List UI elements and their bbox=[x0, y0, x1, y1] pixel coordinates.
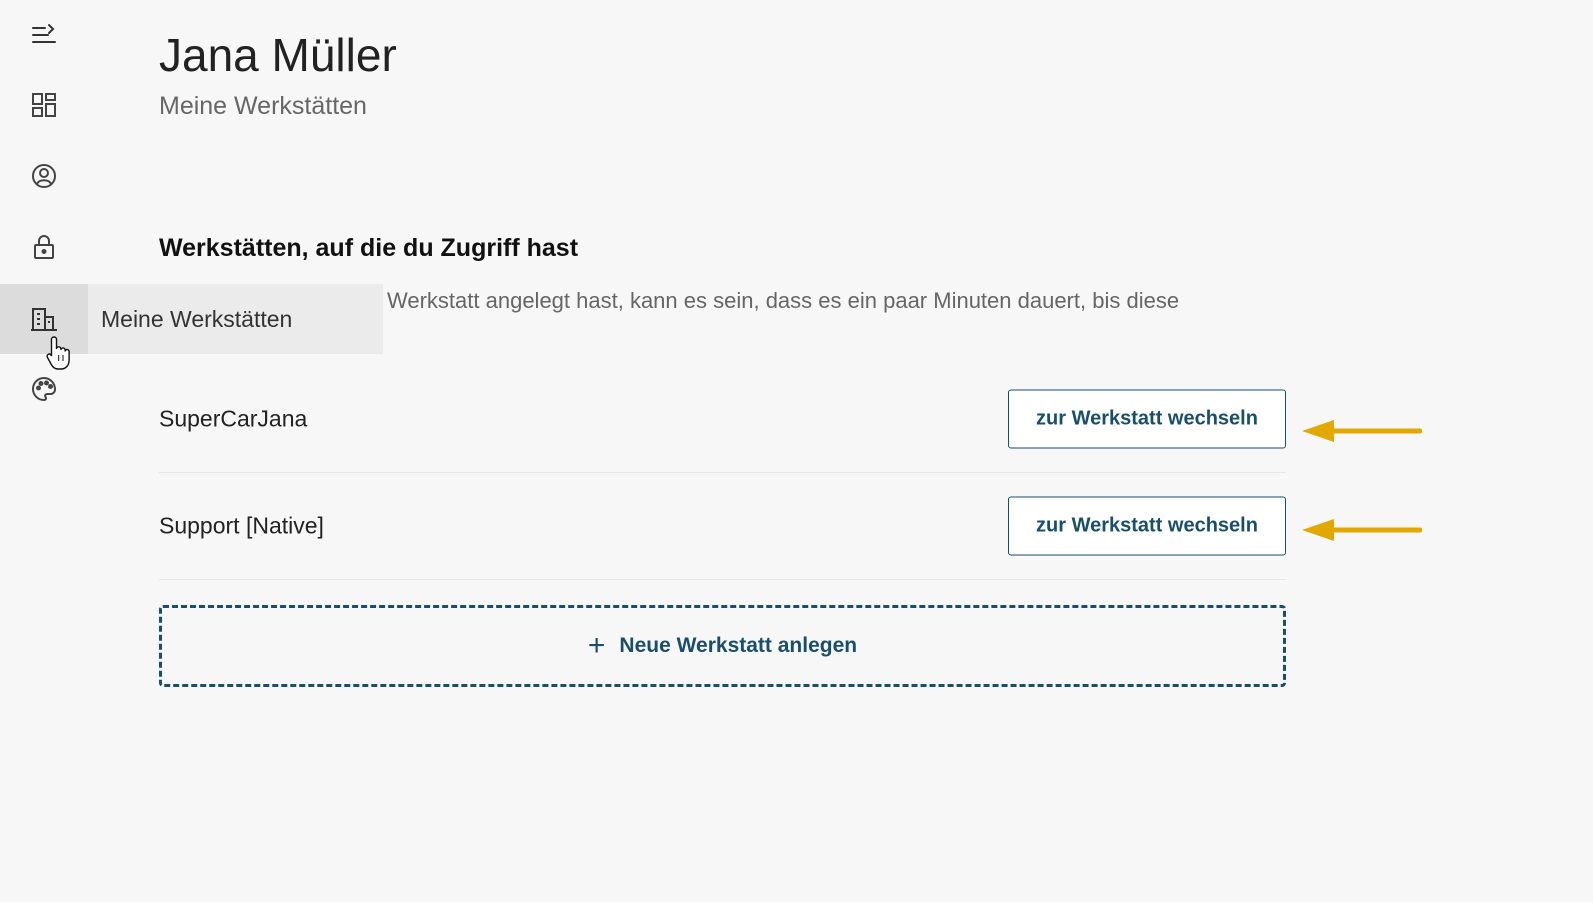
workshop-name: SuperCarJana bbox=[159, 405, 308, 432]
page-subtitle: Meine Werkstätten bbox=[159, 92, 367, 120]
workshop-row: Support [Native] zur Werkstatt wechseln bbox=[159, 473, 1286, 580]
lock-icon bbox=[34, 235, 54, 259]
workshop-name: Support [Native] bbox=[159, 512, 324, 539]
annotation-arrow-icon bbox=[1302, 420, 1422, 442]
workshop-row: SuperCarJana zur Werkstatt wechseln bbox=[159, 366, 1286, 473]
sidebar bbox=[0, 0, 88, 902]
sidebar-item-workshops[interactable] bbox=[0, 284, 88, 354]
account-icon bbox=[32, 164, 56, 188]
building-icon bbox=[31, 308, 57, 331]
plus-icon: + bbox=[587, 629, 606, 662]
add-workshop-button[interactable]: + Neue Werkstatt anlegen bbox=[159, 605, 1286, 687]
switch-workshop-button[interactable]: zur Werkstatt wechseln bbox=[1008, 496, 1286, 556]
sidebar-item-theme[interactable] bbox=[0, 354, 88, 424]
sidebar-item-dashboard[interactable] bbox=[0, 70, 88, 140]
page-title: Jana Müller bbox=[159, 29, 397, 81]
dashboard-icon bbox=[32, 93, 56, 117]
menu-expand-icon bbox=[32, 24, 56, 43]
annotation-arrow-icon bbox=[1302, 519, 1422, 541]
add-workshop-label: Neue Werkstatt anlegen bbox=[619, 634, 858, 657]
palette-icon bbox=[32, 376, 57, 402]
menu-expand-button[interactable] bbox=[0, 0, 88, 70]
section-title: Werkstätten, auf die du Zugriff hast bbox=[159, 234, 579, 262]
sidebar-item-security[interactable] bbox=[0, 212, 88, 282]
switch-workshop-button[interactable]: zur Werkstatt wechseln bbox=[1008, 389, 1286, 449]
hand-cursor-icon bbox=[46, 336, 70, 370]
sidebar-item-account[interactable] bbox=[0, 141, 88, 211]
sidebar-tooltip: Meine Werkstätten bbox=[88, 284, 383, 354]
